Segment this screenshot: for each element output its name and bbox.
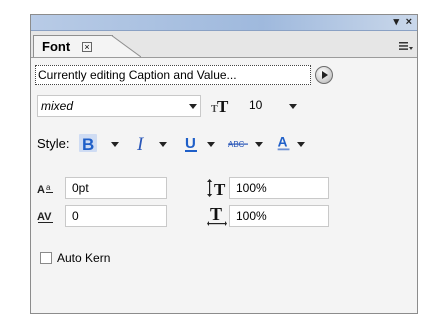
svg-text:I: I (136, 134, 145, 153)
underline-dropdown-arrow[interactable] (207, 142, 215, 147)
svg-text:T: T (210, 205, 222, 224)
tracking-value: 0pt (72, 181, 89, 195)
font-size-value[interactable]: 10 (249, 98, 262, 112)
font-family-select[interactable]: mixed (37, 95, 201, 117)
panel-menu-icon[interactable] (399, 41, 413, 51)
tab-font[interactable]: Font × (33, 35, 113, 57)
close-panel-icon[interactable]: × (406, 15, 412, 30)
kerning-value: 0 (72, 209, 79, 223)
svg-text:U: U (185, 135, 196, 152)
svg-text:AV: AV (37, 211, 52, 223)
vertical-scale-icon: T (207, 179, 226, 197)
horizontal-scale-icon: T (207, 205, 227, 226)
underline-icon[interactable]: U (183, 133, 199, 153)
tab-strip: Font × (31, 31, 417, 58)
strikethrough-icon[interactable]: ABC (227, 133, 249, 153)
font-panel: ▾ × Font × Currently editing Caption and… (30, 14, 418, 314)
tracking-icon: A a (37, 183, 53, 196)
font-color-dropdown-arrow[interactable] (297, 142, 305, 147)
svg-text:A: A (278, 135, 288, 150)
bold-dropdown-arrow[interactable] (111, 142, 119, 147)
strikethrough-dropdown-arrow[interactable] (255, 142, 263, 147)
horizontal-scale-value: 100% (236, 209, 267, 223)
vertical-scale-value: 100% (236, 181, 267, 195)
horizontal-scale-input[interactable]: 100% (229, 205, 329, 227)
svg-text:A: A (37, 184, 45, 196)
tab-close-icon[interactable]: × (82, 42, 92, 52)
panel-titlebar[interactable]: ▾ × (31, 15, 417, 31)
tab-font-label: Font (42, 39, 71, 54)
italic-icon[interactable]: I (135, 133, 151, 153)
svg-text:B: B (82, 135, 94, 153)
play-icon[interactable] (315, 66, 333, 84)
tracking-input[interactable]: 0pt (65, 177, 167, 199)
svg-text:T: T (214, 180, 226, 197)
editing-status-field: Currently editing Caption and Value... (35, 65, 311, 85)
svg-text:T: T (217, 97, 229, 115)
kerning-input[interactable]: 0 (65, 205, 167, 227)
vertical-scale-input[interactable]: 100% (229, 177, 329, 199)
font-size-dropdown-arrow[interactable] (289, 104, 297, 109)
auto-kern-checkbox[interactable] (40, 252, 52, 264)
svg-text:a: a (46, 183, 51, 192)
bold-icon[interactable]: B (79, 133, 97, 153)
collapse-icon[interactable]: ▾ (393, 15, 399, 30)
auto-kern-label: Auto Kern (57, 251, 111, 265)
font-color-icon[interactable]: A (275, 133, 293, 153)
kerning-icon: AV (37, 211, 53, 223)
font-family-dropdown-arrow[interactable] (189, 104, 197, 109)
style-label: Style: (37, 136, 70, 151)
italic-dropdown-arrow[interactable] (159, 142, 167, 147)
font-family-value: mixed (41, 99, 74, 113)
tab-edge-decoration (111, 35, 141, 58)
font-size-icon: T T (211, 97, 229, 115)
